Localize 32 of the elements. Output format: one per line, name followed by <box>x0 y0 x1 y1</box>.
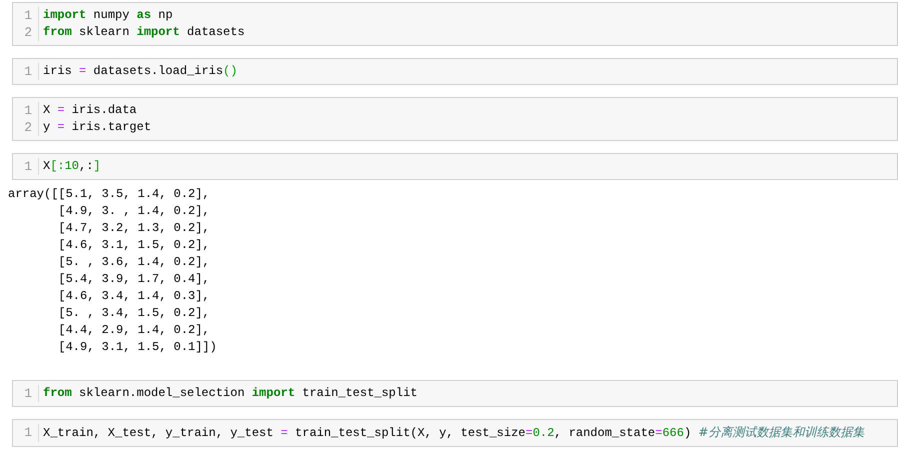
code-line: y = iris.target <box>43 119 152 136</box>
line-number: 1 <box>24 7 32 24</box>
output-line: [5. , 3.6, 1.4, 0.2], <box>57 254 211 271</box>
line-number: 1 <box>24 385 32 402</box>
output-line: [4.7, 3.2, 1.3, 0.2], <box>57 220 211 237</box>
line-number: 2 <box>24 119 32 136</box>
code-cell[interactable]: 1 2 X = iris.data y = iris.target <box>12 97 898 141</box>
output-line: [4.9, 3.1, 1.5, 0.1]]) <box>57 339 218 356</box>
code-line: X[:10,:] <box>43 158 101 175</box>
code-cell[interactable]: 1 2 import numpy as np from sklearn import datasets <box>12 2 898 46</box>
code-line: from sklearn.model_selection import train_test_split <box>43 385 418 402</box>
output-line: [4.9, 3. , 1.4, 0.2], <box>57 203 211 220</box>
code-cell[interactable]: 1 iris = datasets.load_iris() <box>12 58 898 85</box>
output-line: [5. , 3.4, 1.5, 0.2], <box>57 305 211 322</box>
code-line: iris = datasets.load_iris() <box>43 63 238 80</box>
line-number: 2 <box>24 24 32 41</box>
code-line: X = iris.data <box>43 102 138 119</box>
code-cell[interactable]: 1 X_train, X_test, y_train, y_test = train_test_split(X, y, test_size=0.2, random_state=666) #分离测试数据集和训练数据集 <box>12 419 898 447</box>
line-number: 1 <box>24 63 32 80</box>
code-cell[interactable]: 1 X[:10,:] <box>12 153 898 180</box>
output-line: [4.4, 2.9, 1.4, 0.2], <box>57 322 211 339</box>
code-line: import numpy as np <box>43 7 174 24</box>
line-number: 1 <box>24 102 32 119</box>
line-number: 1 <box>24 158 32 175</box>
code-line: from sklearn import datasets <box>43 24 245 41</box>
code-line: X_train, X_test, y_train, y_test = train_test_split(X, y, test_size=0.2, random_state=666) #分离测试数据集和训练数据集 <box>43 424 864 442</box>
output-line: [4.6, 3.4, 1.4, 0.3], <box>57 288 211 305</box>
output-line: [5.4, 3.9, 1.7, 0.4], <box>57 271 211 288</box>
code-cell[interactable]: 1 from sklearn.model_selection import train_test_split <box>12 380 898 407</box>
output-line: array([[5.1, 3.5, 1.4, 0.2], <box>8 186 211 203</box>
line-number: 1 <box>24 424 32 441</box>
output-line: [4.6, 3.1, 1.5, 0.2], <box>57 237 211 254</box>
